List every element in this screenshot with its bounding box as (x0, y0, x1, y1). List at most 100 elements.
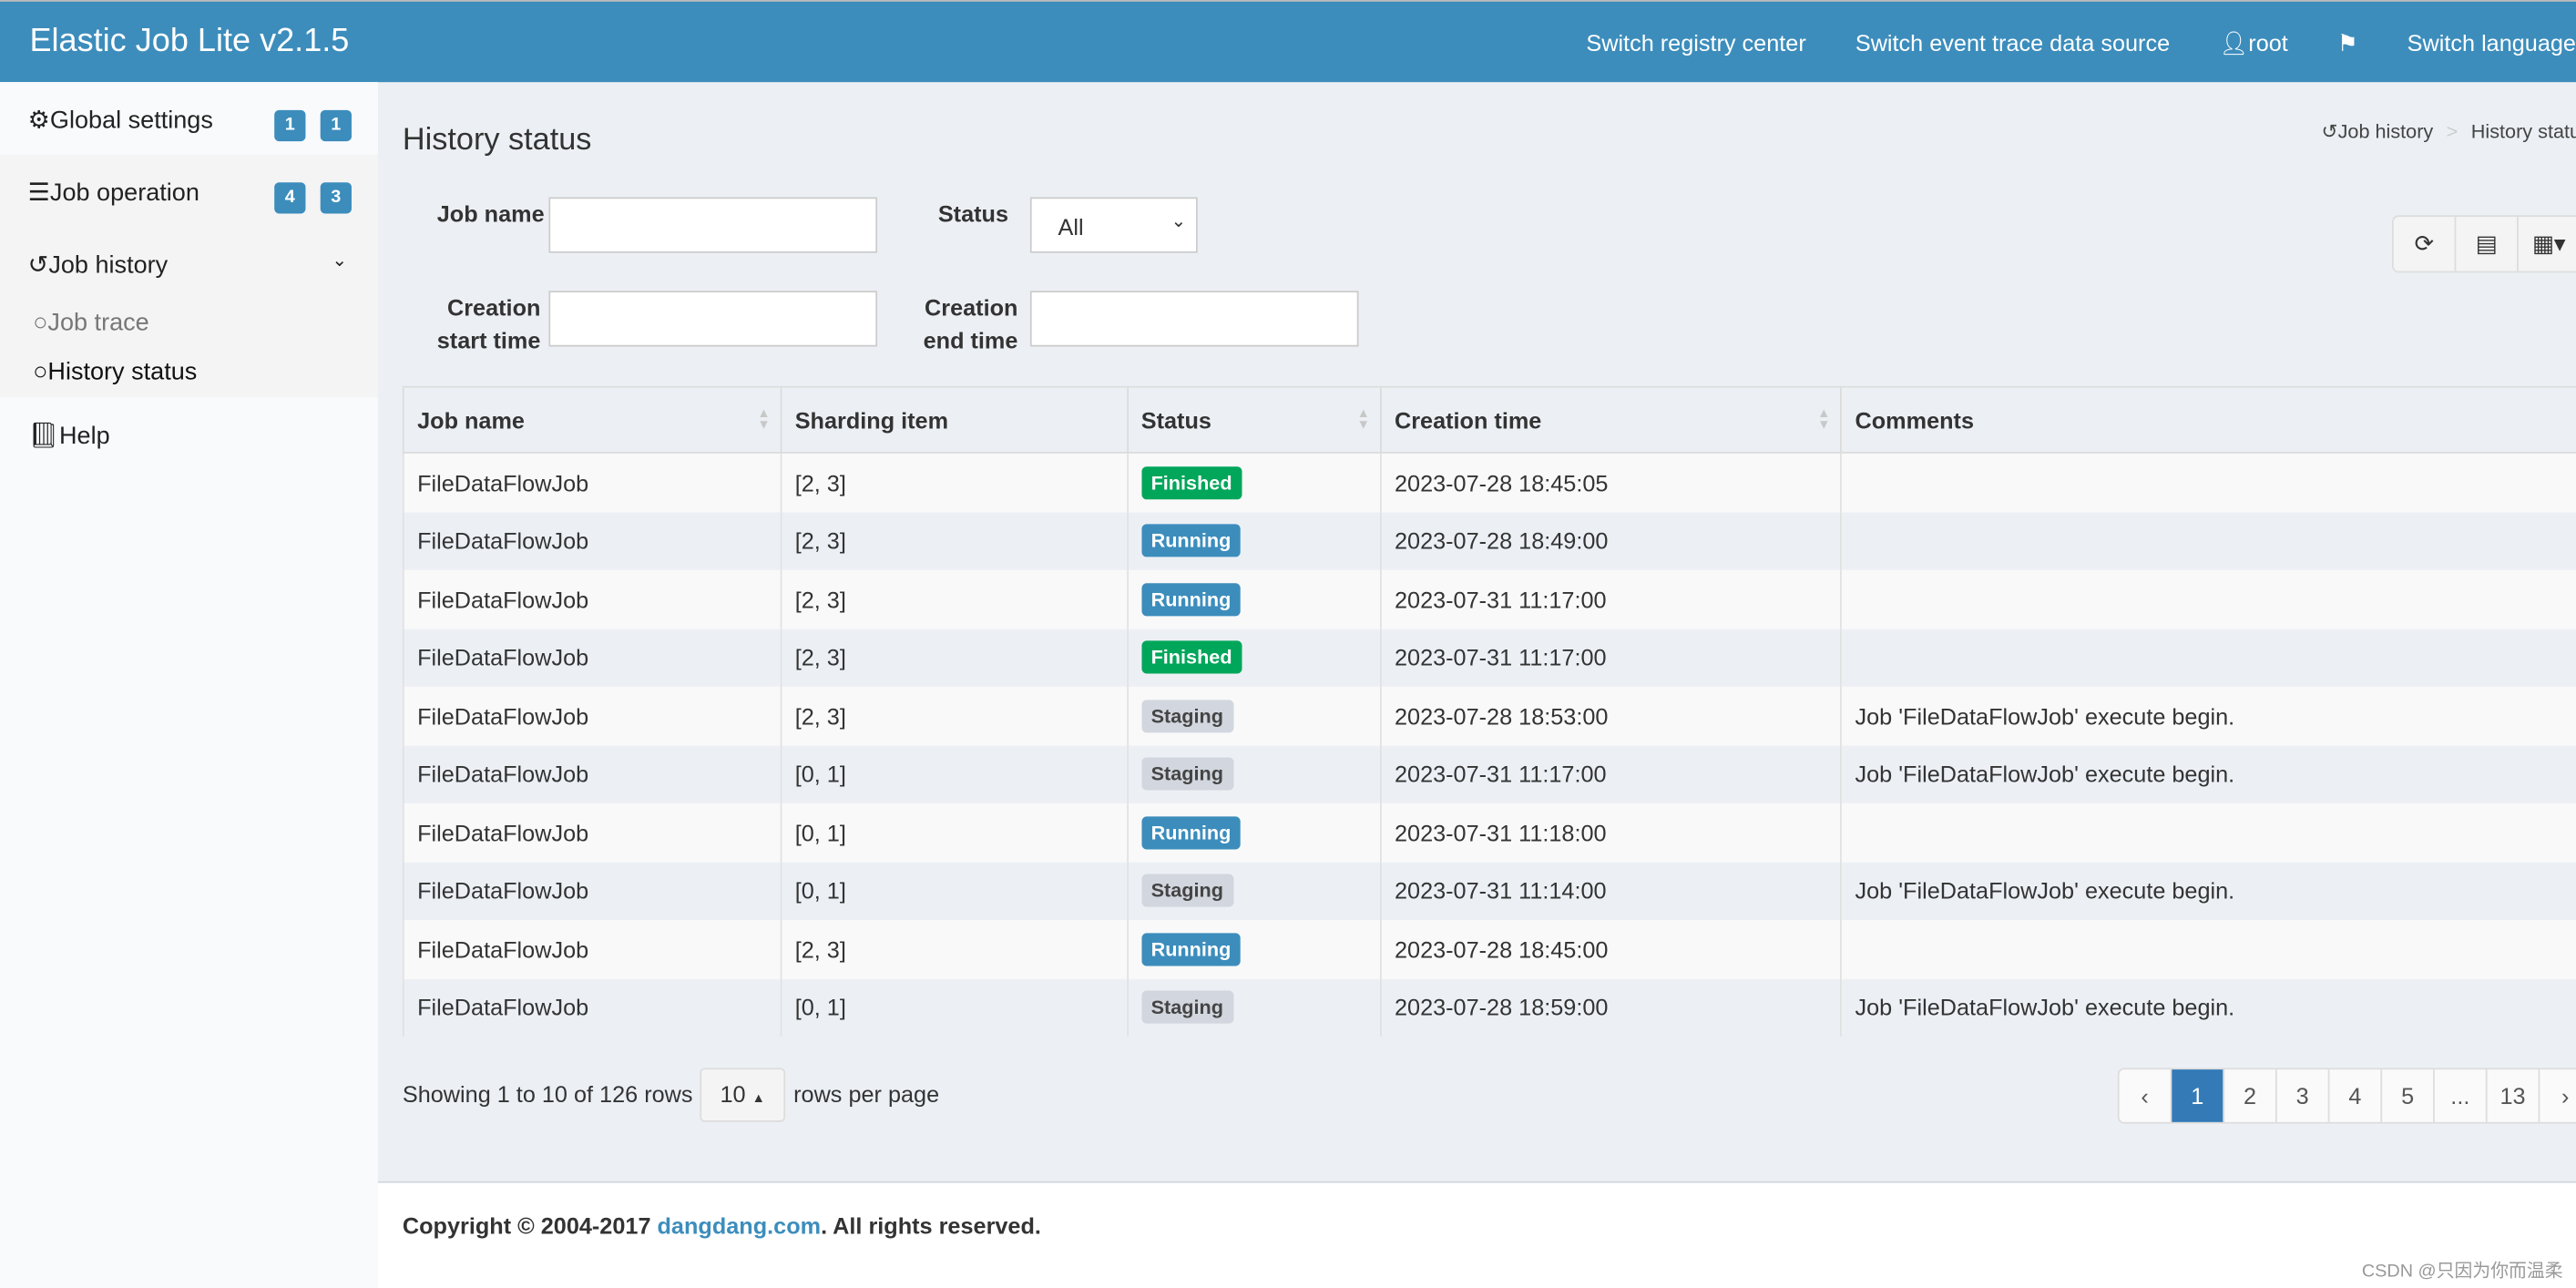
creation-start-label: Creation start time (436, 293, 541, 353)
column-header[interactable]: Sharding item (780, 385, 1129, 454)
caret-up-icon: ▲ (751, 1090, 765, 1106)
rows-per-page-label: rows per page (793, 1080, 940, 1108)
table-cell: Staging (1126, 861, 1382, 920)
table-cell: FileDataFlowJob (402, 919, 782, 979)
sidebar-subitem-label: Job trace (47, 309, 149, 337)
status-badge: Staging (1140, 757, 1233, 791)
history-icon: ↺ (2321, 119, 2338, 143)
page-button[interactable]: ... (2435, 1069, 2488, 1122)
table-cell: Running (1126, 802, 1382, 862)
toggle-view-icon[interactable]: ▤ (2456, 217, 2519, 271)
status-select-value: All (1058, 213, 1084, 240)
switch-language-link[interactable]: Switch language (2407, 29, 2576, 57)
page-size-dropdown[interactable]: 10 ▲ (700, 1068, 786, 1122)
sidebar-item-help[interactable]: 📕︎Help (0, 397, 378, 469)
table-cell: [2, 3] (780, 686, 1129, 745)
page-button[interactable]: 4 (2329, 1069, 2383, 1122)
sidebar-item-global-settings[interactable]: ⚙Global settings 1 1 (0, 82, 378, 155)
table-row[interactable]: FileDataFlowJob [2, 3] Finished 2023-07-31 … (402, 628, 2576, 687)
table-cell: [2, 3] (780, 511, 1129, 570)
breadcrumb-job-history[interactable]: Job history (2338, 120, 2434, 143)
page-prev-button[interactable]: ‹ (2120, 1069, 2172, 1122)
creation-end-input[interactable] (1029, 291, 1359, 347)
sidebar-subitem-job-trace[interactable]: ○Job trace (33, 309, 149, 337)
chevron-down-icon[interactable]: ⌄ (332, 250, 347, 271)
page-title: History status (402, 123, 592, 158)
table-row[interactable]: FileDataFlowJob [2, 3] Staging 2023-07-28 1… (402, 686, 2576, 745)
brand-title[interactable]: Elastic Job Lite v2.1.5 (29, 23, 349, 60)
refresh-icon[interactable]: ⟳ (2394, 217, 2457, 271)
page-button[interactable]: 3 (2277, 1069, 2330, 1122)
table-row[interactable]: FileDataFlowJob [0, 1] Running 2023-07-31 1… (402, 802, 2576, 862)
page-button[interactable]: 1 (2172, 1069, 2225, 1122)
sidebar-subitem-history-status[interactable]: ○History status (33, 358, 197, 386)
table-toolbar: ⟳ ▤ ▦▾ (2391, 215, 2576, 273)
switch-registry-center-link[interactable]: Switch registry center (1586, 29, 1805, 57)
table-row[interactable]: FileDataFlowJob [2, 3] Running 2023-07-28 1… (402, 511, 2576, 570)
table-cell: [0, 1] (780, 802, 1129, 862)
sort-icon[interactable]: ▲ ▼ (1357, 406, 1370, 431)
page-next-button[interactable]: › (2540, 1069, 2576, 1122)
column-header[interactable]: Creation time ▲ ▼ (1379, 385, 1843, 454)
switch-event-trace-link[interactable]: Switch event trace data source (1855, 29, 2170, 57)
status-select[interactable]: All ⌄ (1029, 197, 1198, 253)
creation-start-input[interactable] (548, 291, 878, 347)
sidebar-item-label: Global settings (49, 107, 213, 135)
flag-icon[interactable]: ⚑ (2337, 29, 2358, 57)
table-cell: FileDataFlowJob (402, 452, 782, 512)
table-cell: FileDataFlowJob (402, 628, 782, 687)
status-label: Status (937, 200, 1009, 227)
table-cell: Job 'FileDataFlowJob' execute begin. (1840, 744, 2576, 803)
watermark: CSDN @只因为你而温柔 (2361, 1262, 2563, 1282)
status-badge: Running (1140, 524, 1242, 557)
sidebar: ⚙Global settings 1 1 ☰Job operation 4 3 … (0, 82, 378, 1288)
status-badge: Staging (1140, 874, 1233, 908)
table-cell: [2, 3] (780, 919, 1129, 979)
pagination-info: Showing 1 to 10 of 126 rows (403, 1081, 693, 1108)
table-cell: FileDataFlowJob (402, 686, 782, 745)
breadcrumb: ↺Job history > History status (2321, 120, 2576, 143)
count-badge: 1 (320, 109, 352, 142)
sidebar-item-job-operation[interactable]: ☰Job operation 4 3 (0, 154, 378, 227)
table-row[interactable]: FileDataFlowJob [0, 1] Staging 2023-07-31 1… (402, 744, 2576, 803)
table-cell: Finished (1126, 628, 1382, 687)
table-cell: Running (1126, 569, 1382, 629)
table-cell: Job 'FileDataFlowJob' execute begin. (1840, 686, 2576, 745)
sort-icon[interactable]: ▲ ▼ (757, 406, 770, 431)
sort-icon[interactable]: ▲ ▼ (1817, 406, 1830, 431)
dangdang-link[interactable]: dangdang.com (658, 1212, 822, 1239)
job-name-input[interactable] (548, 197, 878, 253)
user-icon: 👤︎ (2219, 29, 2249, 56)
table-cell: 2023-07-28 18:49:00 (1379, 511, 1843, 570)
sidebar-item-job-history[interactable]: ↺Job history (28, 250, 169, 280)
table-cell: FileDataFlowJob (402, 978, 782, 1038)
table-cell: Staging (1126, 686, 1382, 745)
table-row[interactable]: FileDataFlowJob [0, 1] Staging 2023-07-28 1… (402, 978, 2576, 1038)
column-header[interactable]: Comments (1840, 385, 2576, 454)
navbar-links: Switch registry center Switch event trac… (1586, 29, 2576, 57)
user-menu[interactable]: 👤︎ root (2219, 29, 2288, 57)
table-cell: 2023-07-31 11:17:00 (1379, 628, 1843, 687)
page-button[interactable]: 2 (2224, 1069, 2277, 1122)
columns-icon[interactable]: ▦▾ (2519, 217, 2576, 271)
table-cell: Running (1126, 511, 1382, 570)
page-button[interactable]: 5 (2382, 1069, 2435, 1122)
table-cell: 2023-07-28 18:59:00 (1379, 978, 1843, 1038)
page-button[interactable]: 13 (2488, 1069, 2540, 1122)
table-cell (1840, 511, 2576, 570)
table-row[interactable]: FileDataFlowJob [2, 3] Running 2023-07-31 1… (402, 569, 2576, 629)
table-row[interactable]: FileDataFlowJob [2, 3] Finished 2023-07-28 … (402, 452, 2576, 512)
book-icon: 📕︎ (27, 422, 60, 451)
table-cell: 2023-07-31 11:18:00 (1379, 802, 1843, 862)
table-cell: Job 'FileDataFlowJob' execute begin. (1840, 978, 2576, 1038)
table-row[interactable]: FileDataFlowJob [0, 1] Staging 2023-07-31 1… (402, 861, 2576, 920)
pagination: ‹ 1 2 3 4 5... 13 › (2117, 1068, 2576, 1124)
table-cell: [0, 1] (780, 744, 1129, 803)
table-cell: [2, 3] (780, 628, 1129, 687)
table-cell: FileDataFlowJob (402, 802, 782, 862)
sidebar-item-label: Job operation (49, 179, 199, 208)
column-header[interactable]: Job name ▲ ▼ (402, 385, 782, 454)
table-row[interactable]: FileDataFlowJob [2, 3] Running 2023-07-28 1… (402, 919, 2576, 979)
column-header[interactable]: Status ▲ ▼ (1126, 385, 1382, 454)
table-cell (1840, 802, 2576, 862)
